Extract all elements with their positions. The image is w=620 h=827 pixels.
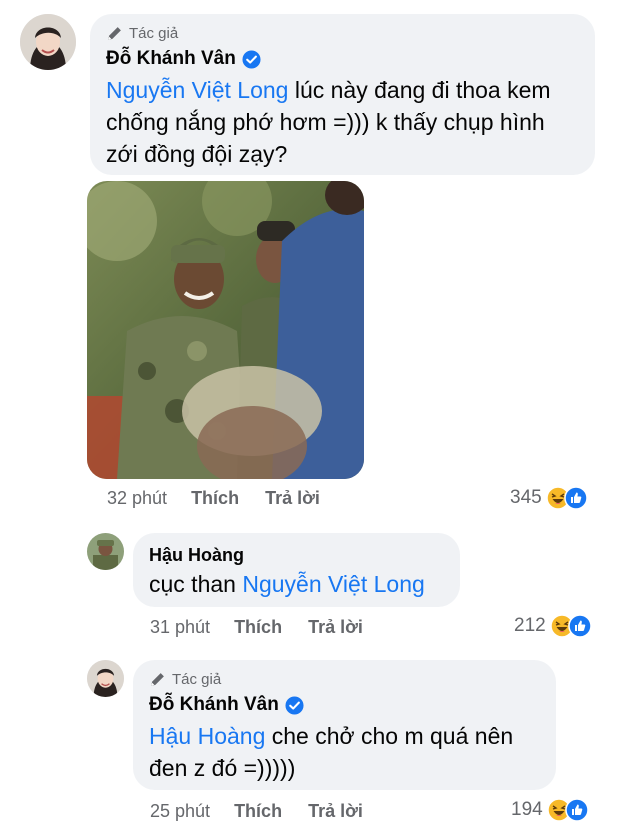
pencil-icon <box>151 673 164 686</box>
comment-bubble: Hậu Hoàng cục than Nguyễn Việt Long <box>133 533 460 607</box>
comment-text: Nguyễn Việt Long lúc này đang đi thoa ke… <box>106 74 579 170</box>
reply-button[interactable]: Trả lời <box>308 801 363 822</box>
like-button[interactable]: Thích <box>234 801 282 822</box>
comment-time[interactable]: 25 phút <box>150 801 210 822</box>
reaction-summary[interactable]: 345 <box>510 486 588 510</box>
comment-bubble: Tác giả Đỗ Khánh Vân Nguyễn Việt Long lú… <box>90 14 595 175</box>
comment-text-part: lúc này đang đi thoa kem <box>288 77 551 103</box>
comment-photo[interactable] <box>87 181 364 479</box>
comment-text-part: cục than <box>149 571 243 597</box>
reaction-count: 212 <box>514 615 546 636</box>
author-tag-label: Tác giả <box>129 25 179 42</box>
author-tag: Tác giả <box>106 25 579 42</box>
author-tag: Tác giả <box>149 671 540 688</box>
like-button[interactable]: Thích <box>191 488 239 509</box>
reaction-summary[interactable]: 194 <box>511 798 589 822</box>
like-reaction-icon <box>564 798 589 822</box>
verified-badge-icon <box>242 49 261 69</box>
comment-time[interactable]: 31 phút <box>150 617 210 638</box>
comment-text-line: đen z đó =))))) <box>149 755 296 781</box>
comment-text: cục than Nguyễn Việt Long <box>149 568 444 600</box>
reaction-count: 345 <box>510 487 542 508</box>
comment-bubble: Tác giả Đỗ Khánh Vân Hậu Hoàng che chở c… <box>133 660 556 790</box>
comment-text: Hậu Hoàng che chở cho m quá nên đen z đó… <box>149 720 540 784</box>
verified-badge-icon <box>285 695 304 715</box>
like-reaction-icon <box>567 614 592 638</box>
comment-text-line: chống nắng phớ hơm =))) k thấy chụp hình <box>106 109 545 135</box>
mention-link[interactable]: Hậu Hoàng <box>149 723 265 749</box>
comment-time[interactable]: 32 phút <box>107 488 167 509</box>
comment-text-part: che chở cho m quá nên <box>265 723 514 749</box>
like-button[interactable]: Thích <box>234 617 282 638</box>
like-reaction-icon <box>563 486 588 510</box>
reaction-count: 194 <box>511 799 543 820</box>
avatar-hau-hoang[interactable] <box>87 533 124 570</box>
comment-actions: 32 phút Thích Trả lời <box>107 488 346 509</box>
reaction-summary[interactable]: 212 <box>514 614 592 638</box>
commenter-name[interactable]: Đỗ Khánh Vân <box>149 694 279 716</box>
commenter-name[interactable]: Đỗ Khánh Vân <box>106 48 236 70</box>
comment-actions: 25 phút Thích Trả lời <box>150 801 389 822</box>
reply-button[interactable]: Trả lời <box>308 617 363 638</box>
reply-button[interactable]: Trả lời <box>265 488 320 509</box>
pencil-icon <box>108 27 121 40</box>
comment-text-line: zới đồng đội zạy? <box>106 141 288 167</box>
author-tag-label: Tác giả <box>172 671 222 688</box>
avatar-do-khanh-van[interactable] <box>87 660 124 697</box>
comment-actions: 31 phút Thích Trả lời <box>150 617 389 638</box>
commenter-name[interactable]: Hậu Hoàng <box>149 545 244 566</box>
avatar-do-khanh-van[interactable] <box>20 14 76 70</box>
mention-link[interactable]: Nguyễn Việt Long <box>106 77 288 103</box>
mention-link[interactable]: Nguyễn Việt Long <box>242 571 424 597</box>
